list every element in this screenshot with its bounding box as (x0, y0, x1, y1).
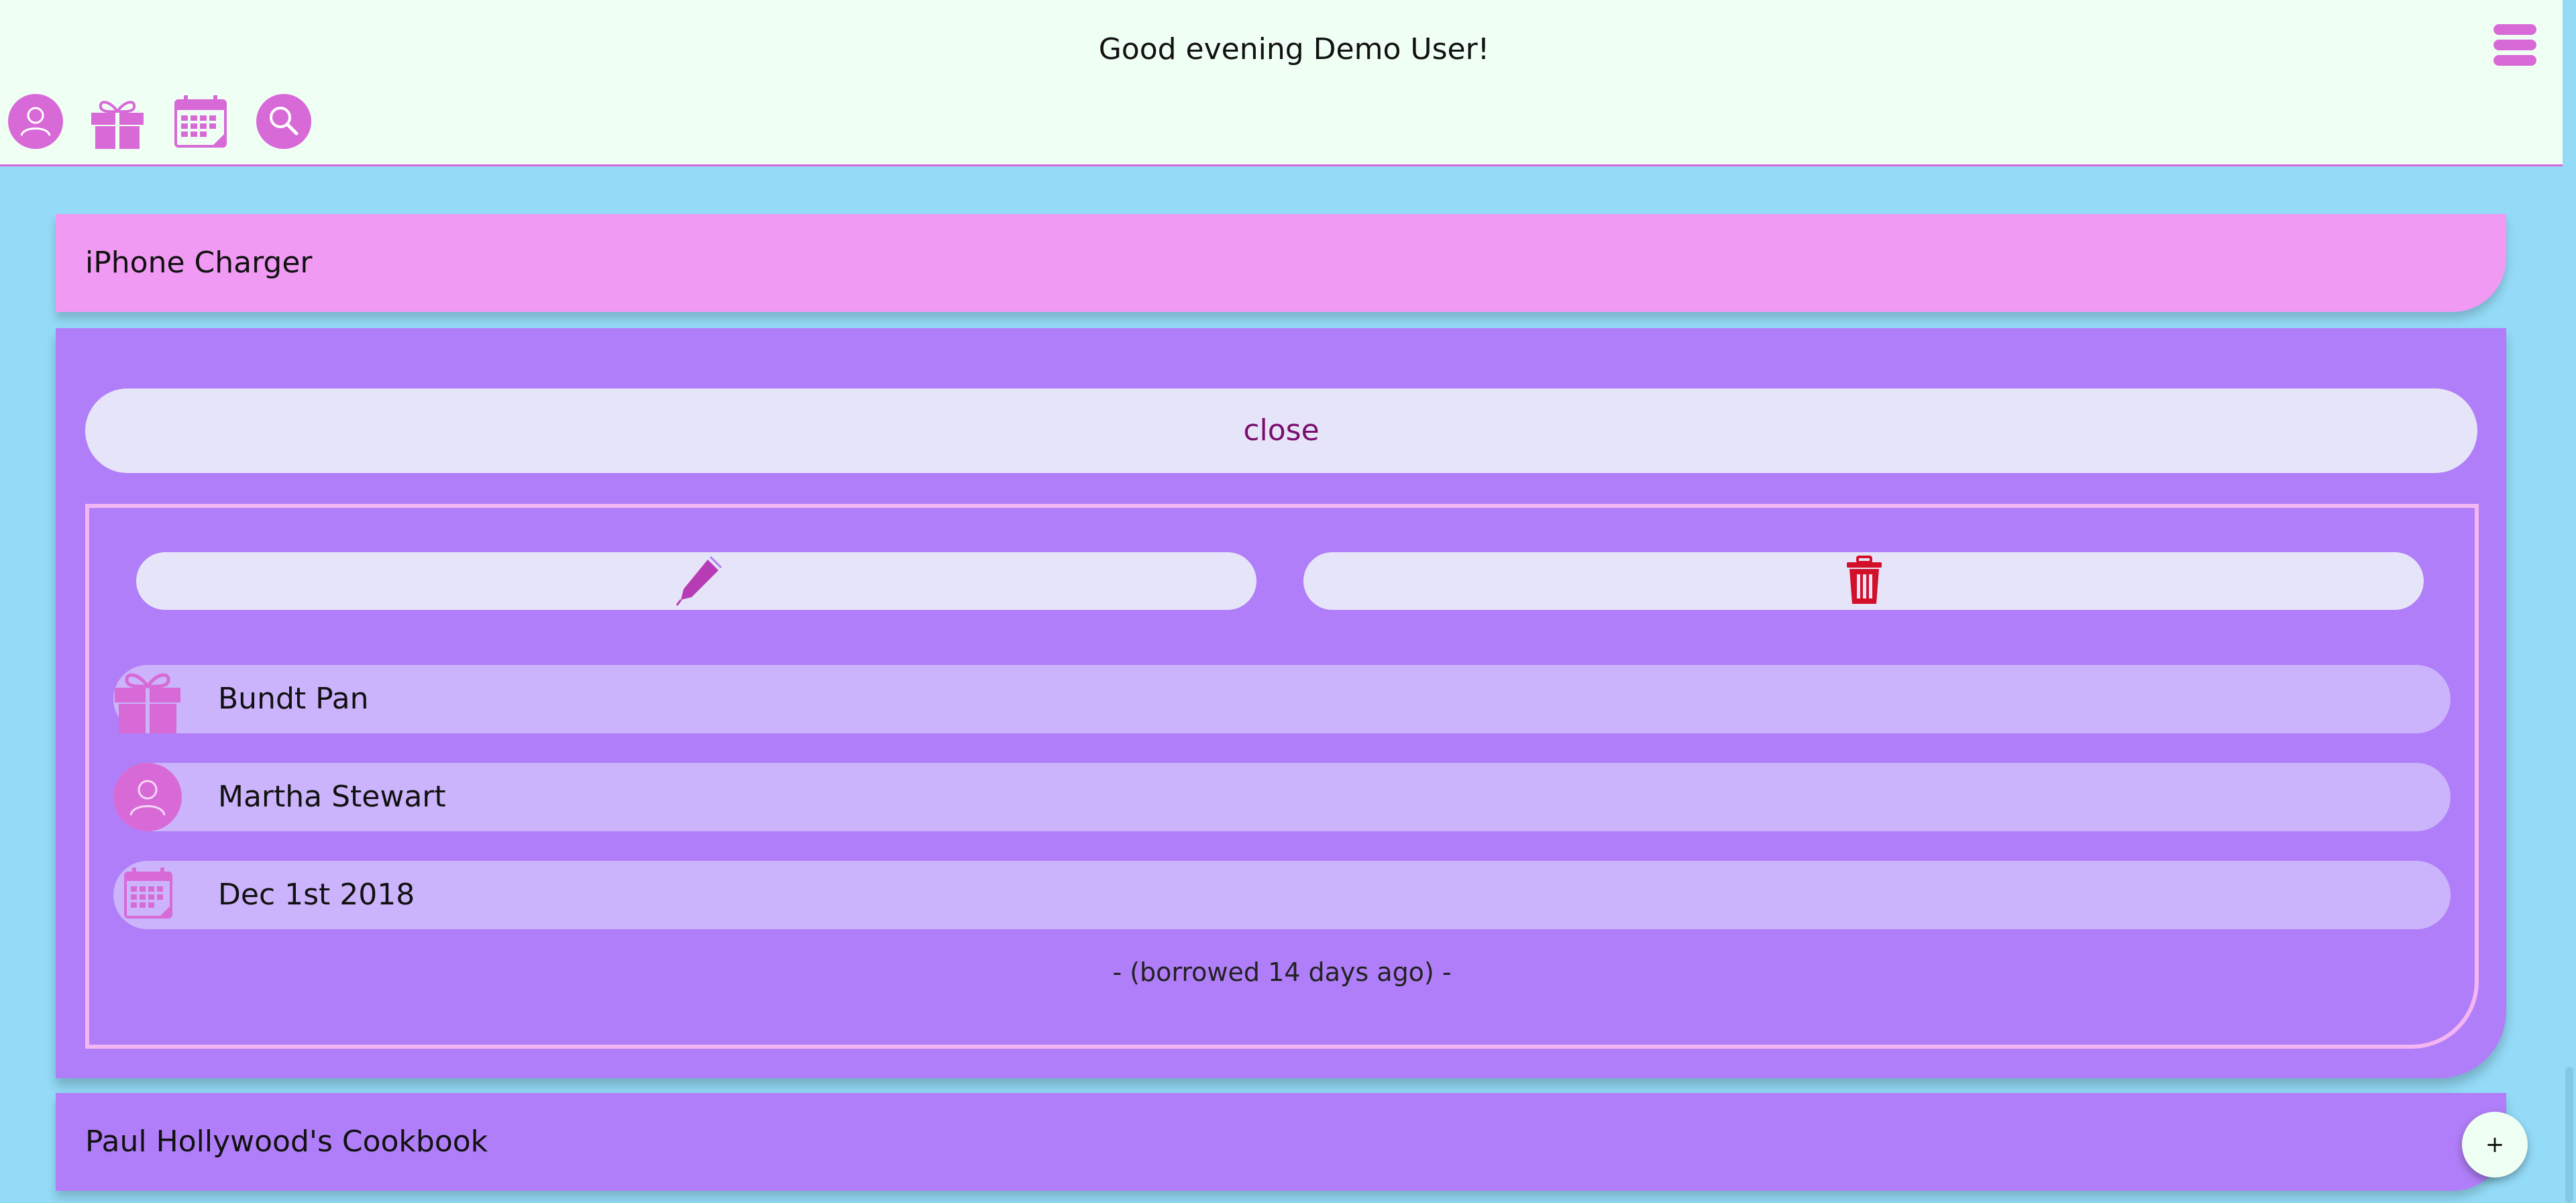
date-row: Dec 1st 2018 (113, 861, 2451, 929)
search-icon[interactable] (256, 94, 311, 149)
borrowed-duration-note: - (borrowed 14 days ago) - (1112, 957, 1452, 987)
item-title: Paul Hollywood's Cookbook (85, 1124, 488, 1159)
add-item-button[interactable]: + (2462, 1112, 2528, 1178)
item-name-text: Bundt Pan (218, 682, 369, 716)
item-name-row: Bundt Pan (113, 665, 2451, 733)
menu-icon[interactable] (2493, 24, 2536, 66)
calendar-icon[interactable] (173, 94, 228, 149)
trash-icon (1847, 556, 1882, 604)
person-name-text: Martha Stewart (218, 780, 446, 814)
loan-detail-box: Bundt Pan Martha Stewart Dec 1st 2018 - … (85, 504, 2479, 1049)
delete-button[interactable] (1303, 552, 2424, 610)
header: Good evening Demo User! (0, 0, 2563, 166)
item-title: iPhone Charger (85, 246, 313, 280)
user-icon[interactable] (8, 94, 63, 149)
close-button[interactable]: close (85, 388, 2477, 473)
edit-button[interactable] (136, 552, 1256, 610)
scrollbar-thumb[interactable] (2565, 1067, 2573, 1203)
gift-icon (115, 673, 180, 733)
greeting-text: Good evening Demo User! (1098, 32, 1490, 66)
person-row: Martha Stewart (113, 763, 2451, 831)
scrollbar-track[interactable] (2563, 0, 2576, 1203)
gift-icon[interactable] (90, 94, 145, 149)
item-bar-iphone-charger[interactable]: iPhone Charger (56, 214, 2506, 312)
user-icon (113, 763, 182, 831)
item-detail-panel: close Bundt Pan Martha Stewart Dec 1st 2… (56, 328, 2506, 1078)
calendar-icon (124, 868, 172, 919)
pencil-icon (676, 556, 722, 606)
item-bar-cookbook[interactable]: Paul Hollywood's Cookbook (56, 1093, 2506, 1191)
app-page: Good evening Demo User! iPhone Charger c… (0, 0, 2576, 1203)
borrow-date-text: Dec 1st 2018 (218, 878, 415, 912)
